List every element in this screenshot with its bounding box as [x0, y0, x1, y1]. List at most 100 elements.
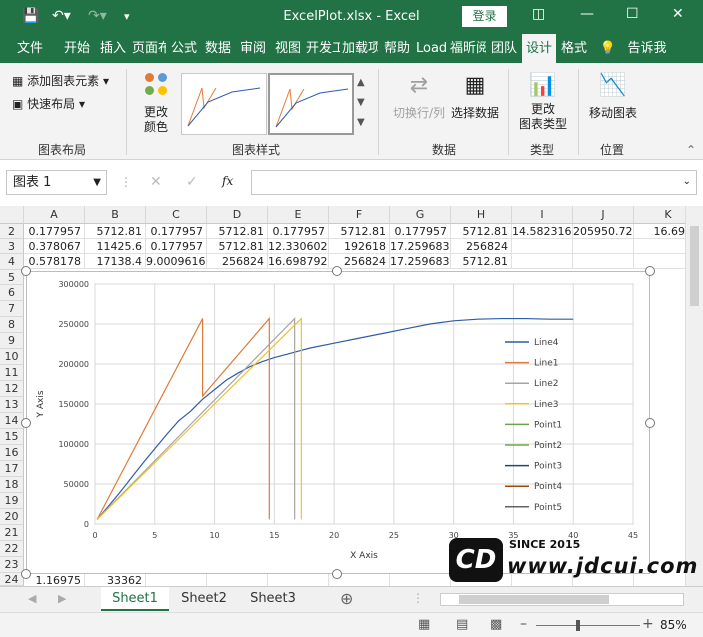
- row-header[interactable]: 3: [0, 239, 24, 254]
- column-header[interactable]: J: [573, 206, 634, 224]
- select-all-corner[interactable]: [0, 206, 24, 224]
- tab-team[interactable]: 团队: [488, 34, 520, 63]
- select-data-button[interactable]: ▦ 选择数据: [450, 73, 500, 121]
- chart-style-thumbnail-2[interactable]: [268, 73, 354, 135]
- undo-icon[interactable]: ↶▾: [52, 8, 71, 24]
- cell[interactable]: 0.177957: [24, 224, 85, 239]
- column-header[interactable]: E: [268, 206, 329, 224]
- normal-view-icon[interactable]: ▦: [418, 617, 430, 632]
- page-break-view-icon[interactable]: ▩: [490, 617, 502, 632]
- close-icon[interactable]: ✕: [672, 6, 684, 22]
- row-header[interactable]: 13: [0, 397, 24, 413]
- row-header[interactable]: 2: [0, 224, 24, 239]
- row-header[interactable]: 21: [0, 525, 24, 541]
- vertical-scrollbar[interactable]: [685, 206, 703, 586]
- column-header[interactable]: I: [512, 206, 573, 224]
- maximize-icon[interactable]: ☐: [626, 6, 639, 22]
- cell[interactable]: [512, 254, 573, 269]
- row-header[interactable]: 18: [0, 477, 24, 493]
- tab-addins[interactable]: 加载项: [342, 34, 378, 63]
- tab-design[interactable]: 设计: [522, 34, 556, 63]
- cell[interactable]: 5712.81: [85, 224, 146, 239]
- cell[interactable]: [573, 239, 634, 254]
- row-header[interactable]: 6: [0, 285, 24, 301]
- quick-layout-button[interactable]: ▣ 快速布局 ▾: [12, 95, 85, 112]
- tab-help[interactable]: 帮助: [380, 34, 414, 63]
- page-layout-view-icon[interactable]: ▤: [456, 617, 468, 632]
- zoom-in-icon[interactable]: +: [642, 616, 654, 632]
- cell[interactable]: 256824: [451, 239, 512, 254]
- cell[interactable]: 9.0009616: [146, 254, 207, 269]
- zoom-level[interactable]: 85%: [660, 618, 687, 632]
- chart-area[interactable]: 0 50000 100000 150000 200000 250000 300000 0 5 10…: [26, 271, 650, 574]
- cell[interactable]: 11425.6: [85, 239, 146, 254]
- cell[interactable]: 0.378067: [24, 239, 85, 254]
- row-header[interactable]: 7: [0, 301, 24, 317]
- redo-icon[interactable]: ↷▾: [88, 8, 107, 24]
- login-button[interactable]: 登录: [462, 6, 507, 27]
- cell[interactable]: 205950.72: [573, 224, 634, 239]
- cell[interactable]: 17138.4: [85, 254, 146, 269]
- cell[interactable]: 192618: [329, 239, 390, 254]
- legend-entry[interactable]: Point1: [534, 420, 562, 430]
- legend-entry[interactable]: Point5: [534, 503, 562, 513]
- cell[interactable]: 0.177957: [390, 224, 451, 239]
- column-header[interactable]: B: [85, 206, 146, 224]
- column-header[interactable]: D: [207, 206, 268, 224]
- legend-entry[interactable]: Point2: [534, 441, 562, 451]
- tab-page-layout[interactable]: 页面布: [132, 34, 166, 63]
- resize-handle-bottom[interactable]: [332, 569, 342, 579]
- tell-me-box[interactable]: 告诉我: [622, 34, 672, 63]
- confirm-icon[interactable]: ✓: [186, 174, 198, 190]
- tab-foxit[interactable]: 福昕阅: [450, 34, 486, 63]
- resize-handle-right[interactable]: [645, 418, 655, 428]
- tab-review[interactable]: 审阅: [236, 34, 270, 63]
- cell[interactable]: 256824: [207, 254, 268, 269]
- row-header[interactable]: 20: [0, 509, 24, 525]
- legend-entry[interactable]: Line4: [534, 338, 559, 348]
- column-header[interactable]: C: [146, 206, 207, 224]
- row-header[interactable]: 4: [0, 254, 24, 270]
- styles-scroll-icon[interactable]: ▲ ▼ ▼: [357, 73, 365, 133]
- horizontal-scrollbar[interactable]: [440, 593, 684, 606]
- column-header[interactable]: G: [390, 206, 451, 224]
- cell[interactable]: 0.177957: [146, 239, 207, 254]
- switch-row-column-button[interactable]: ⇄ 切换行/列: [390, 73, 448, 121]
- tab-format[interactable]: 格式: [558, 34, 590, 63]
- insert-function-icon[interactable]: fx: [222, 174, 233, 188]
- row-header[interactable]: 19: [0, 493, 24, 509]
- sheet-tab-2[interactable]: Sheet2: [170, 587, 238, 611]
- sheet-tab-3[interactable]: Sheet3: [239, 587, 307, 611]
- row-header[interactable]: 9: [0, 333, 24, 349]
- cell[interactable]: 17.259683: [390, 254, 451, 269]
- column-header[interactable]: A: [24, 206, 85, 224]
- chart-style-thumbnail-1[interactable]: [181, 73, 267, 135]
- move-chart-button[interactable]: 📉 移动图表: [586, 73, 640, 121]
- resize-handle-top-left[interactable]: [21, 266, 31, 276]
- add-sheet-icon[interactable]: ⊕: [340, 589, 353, 608]
- save-icon[interactable]: 💾: [22, 8, 39, 24]
- tab-home[interactable]: 开始: [60, 34, 94, 63]
- resize-handle-bottom-left[interactable]: [21, 569, 31, 579]
- legend-entry[interactable]: Line1: [534, 359, 558, 369]
- cancel-icon[interactable]: ✕: [150, 174, 162, 190]
- resize-handle-top[interactable]: [332, 266, 342, 276]
- tab-insert[interactable]: 插入: [96, 34, 130, 63]
- minimize-icon[interactable]: —: [580, 6, 594, 22]
- cell[interactable]: 0.177957: [268, 224, 329, 239]
- legend-entry[interactable]: Line3: [534, 400, 558, 410]
- cell[interactable]: 5712.81: [207, 224, 268, 239]
- sheet-tab-1[interactable]: Sheet1: [101, 587, 169, 611]
- cell[interactable]: 5712.81: [451, 254, 512, 269]
- tab-file[interactable]: 文件: [2, 34, 58, 63]
- row-header[interactable]: 10: [0, 349, 24, 365]
- cell[interactable]: 5712.81: [207, 239, 268, 254]
- cell[interactable]: 0.578178: [24, 254, 85, 269]
- row-header[interactable]: 15: [0, 429, 24, 445]
- cell[interactable]: 5712.81: [329, 224, 390, 239]
- collapse-ribbon-icon[interactable]: ⌃: [686, 143, 696, 157]
- change-chart-type-button[interactable]: 📊 更改 图表类型: [516, 73, 570, 132]
- cell[interactable]: [512, 239, 573, 254]
- expand-formula-icon[interactable]: ⌄: [683, 176, 691, 187]
- cell[interactable]: 16.698792: [268, 254, 329, 269]
